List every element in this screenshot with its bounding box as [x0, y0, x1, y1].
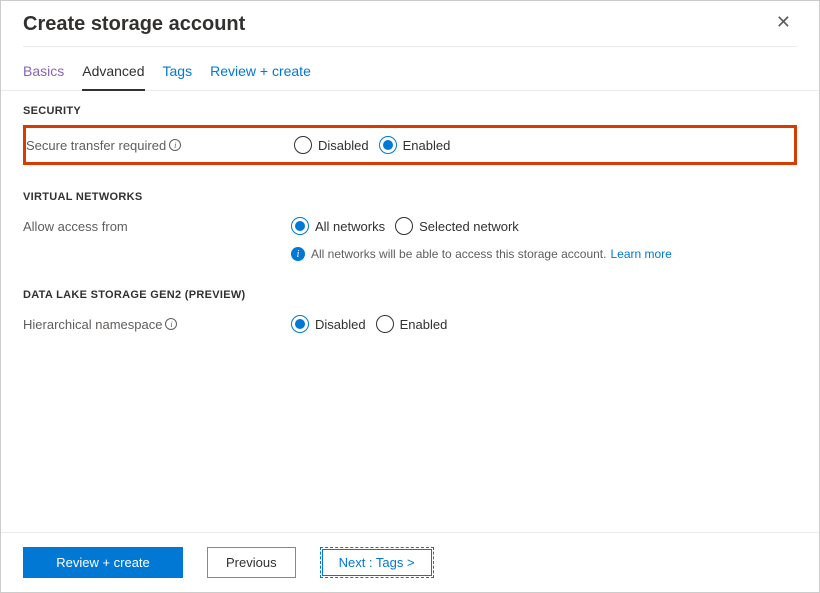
- tabs: Basics Advanced Tags Review + create: [1, 47, 819, 91]
- hns-label: Hierarchical namespace: [23, 317, 162, 332]
- section-security-title: SECURITY: [23, 105, 797, 117]
- hns-enabled-radio[interactable]: Enabled: [376, 315, 448, 333]
- section-datalake-title: DATA LAKE STORAGE GEN2 (PREVIEW): [23, 289, 797, 301]
- radio-icon: [291, 315, 309, 333]
- allow-access-selected-radio[interactable]: Selected network: [395, 217, 519, 235]
- allow-access-hint: i All networks will be able to access th…: [291, 247, 797, 261]
- radio-icon: [379, 136, 397, 154]
- radio-icon: [294, 136, 312, 154]
- radio-label: Disabled: [315, 317, 366, 332]
- secure-transfer-enabled-radio[interactable]: Enabled: [379, 136, 451, 154]
- info-icon: i: [291, 247, 305, 261]
- radio-label: All networks: [315, 219, 385, 234]
- radio-label: Enabled: [400, 317, 448, 332]
- secure-transfer-disabled-radio[interactable]: Disabled: [294, 136, 369, 154]
- hint-text: All networks will be able to access this…: [311, 247, 606, 261]
- hns-disabled-radio[interactable]: Disabled: [291, 315, 366, 333]
- allow-access-label: Allow access from: [23, 219, 128, 234]
- learn-more-link[interactable]: Learn more: [610, 247, 671, 261]
- secure-transfer-highlight: Secure transfer required i Disabled Enab…: [23, 125, 797, 165]
- page-title: Create storage account: [23, 13, 245, 36]
- tab-advanced[interactable]: Advanced: [82, 63, 144, 91]
- tab-basics[interactable]: Basics: [23, 63, 64, 91]
- previous-button[interactable]: Previous: [207, 547, 296, 578]
- footer: Review + create Previous Next : Tags >: [1, 532, 819, 592]
- radio-label: Enabled: [403, 138, 451, 153]
- radio-label: Disabled: [318, 138, 369, 153]
- info-icon[interactable]: i: [165, 318, 177, 330]
- review-create-button[interactable]: Review + create: [23, 547, 183, 578]
- tab-review[interactable]: Review + create: [210, 63, 311, 91]
- radio-icon: [291, 217, 309, 235]
- info-icon[interactable]: i: [169, 139, 181, 151]
- tab-tags[interactable]: Tags: [163, 63, 193, 91]
- section-vnet-title: VIRTUAL NETWORKS: [23, 191, 797, 203]
- radio-label: Selected network: [419, 219, 519, 234]
- radio-icon: [376, 315, 394, 333]
- next-button[interactable]: Next : Tags >: [320, 547, 434, 578]
- close-icon[interactable]: ✕: [770, 13, 797, 31]
- radio-icon: [395, 217, 413, 235]
- allow-access-all-radio[interactable]: All networks: [291, 217, 385, 235]
- secure-transfer-label: Secure transfer required: [26, 138, 166, 153]
